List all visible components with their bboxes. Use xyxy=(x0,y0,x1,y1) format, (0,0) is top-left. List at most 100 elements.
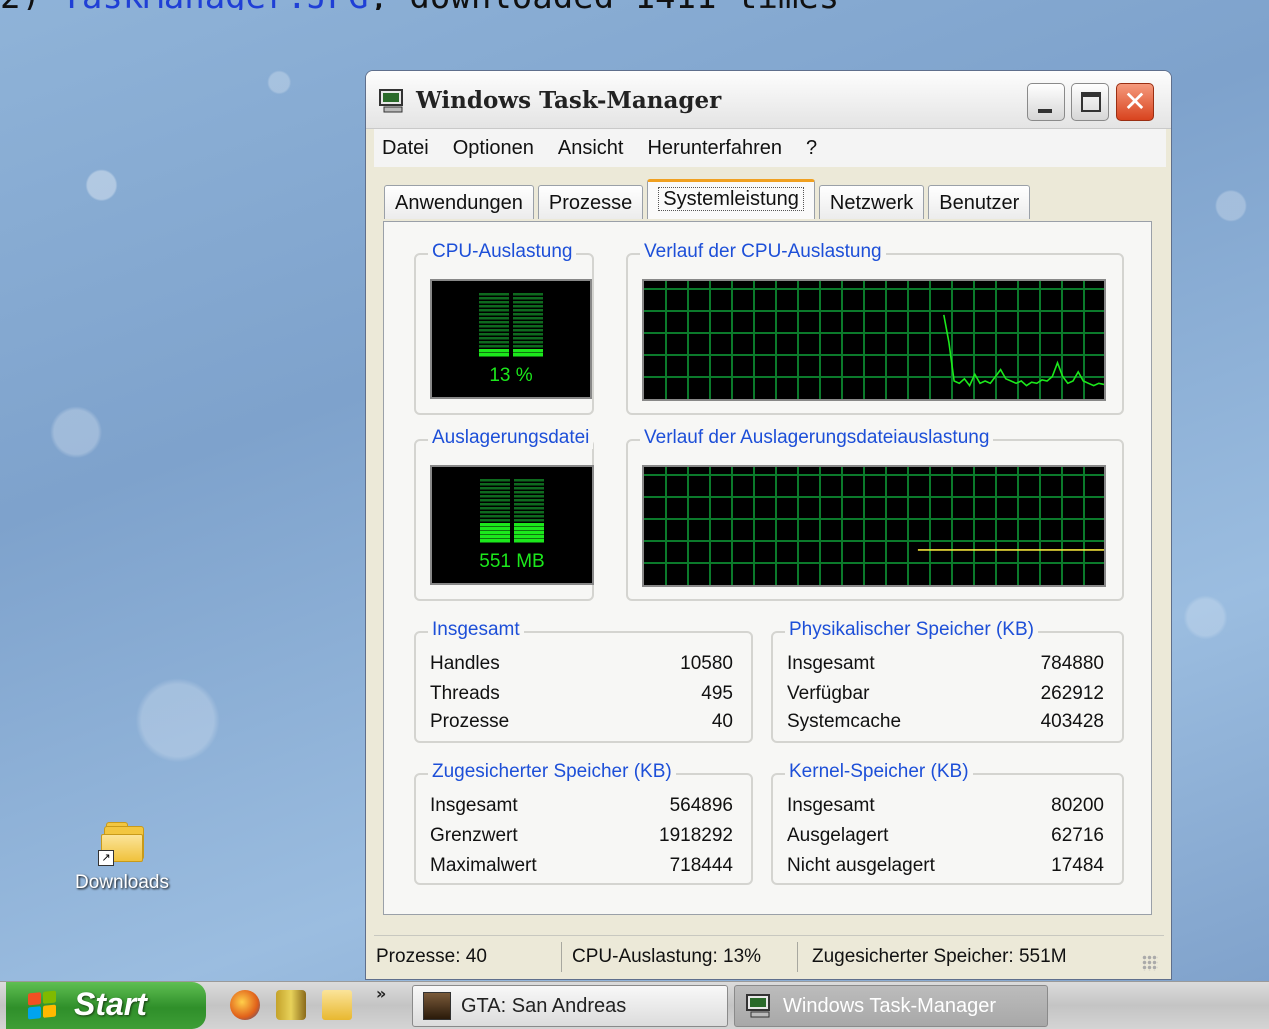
page-caption: 2) TaskManager.JPG, downloaded 1411 time… xyxy=(0,0,1269,10)
cpu-meter-segment xyxy=(479,345,509,348)
task-windows-task-manager[interactable]: Windows Task-Manager xyxy=(734,985,1048,1027)
menu-bar: Datei Optionen Ansicht Herunterfahren ? xyxy=(374,129,1166,167)
tab-prozesse[interactable]: Prozesse xyxy=(537,185,644,219)
cpu-history-graph xyxy=(642,279,1106,401)
close-button[interactable]: ✕ xyxy=(1116,83,1154,121)
resize-grip-icon[interactable] xyxy=(1142,955,1158,971)
minimize-button[interactable] xyxy=(1027,83,1065,121)
tab-benutzer[interactable]: Benutzer xyxy=(928,185,1031,219)
menu-datei[interactable]: Datei xyxy=(382,137,429,160)
cpu-meter-segment xyxy=(513,317,543,320)
tab-anwendungen[interactable]: Anwendungen xyxy=(384,185,534,219)
cpu-meter-segment xyxy=(479,313,509,316)
cpu-meter-segment xyxy=(513,345,543,348)
folder-icon[interactable] xyxy=(322,990,352,1020)
pagefile-history-chart xyxy=(644,467,1104,585)
pagefile-meter-segment xyxy=(480,495,510,498)
maximize-button[interactable] xyxy=(1071,83,1109,121)
cpu-meter-segment xyxy=(513,341,543,344)
caption-prefix: 2) xyxy=(0,0,61,10)
pagefile-history-graph xyxy=(642,465,1106,587)
cpu-meter-segment xyxy=(513,309,543,312)
task-label: Windows Task-Manager xyxy=(783,995,997,1017)
cpu-meter-segment xyxy=(513,297,543,300)
pagefile-history-group: Verlauf der Auslagerungsdateiauslastung xyxy=(626,427,1124,601)
stat-row: Prozesse 40 xyxy=(430,711,733,739)
folder-shortcut-icon: ↗ xyxy=(98,822,146,866)
commit-charge-group: Zugesicherter Speicher (KB) Insgesamt 564… xyxy=(414,761,753,885)
tab-netzwerk[interactable]: Netzwerk xyxy=(818,185,925,219)
stat-value: 40 xyxy=(711,711,733,732)
pagefile-meter-segment xyxy=(514,499,544,502)
menu-ansicht[interactable]: Ansicht xyxy=(558,137,624,160)
stat-row: Insgesamt 564896 xyxy=(430,795,733,823)
taskmanager-icon xyxy=(746,994,770,1018)
caption-link[interactable]: TaskManager.JPG xyxy=(61,0,368,10)
stat-row: Systemcache 403428 xyxy=(787,711,1104,739)
close-icon: ✕ xyxy=(1123,85,1147,118)
desktop-icon-label: Downloads xyxy=(75,872,169,893)
stat-row: Threads 495 xyxy=(430,683,733,711)
stat-row: Verfügbar 262912 xyxy=(787,683,1104,711)
performance-panel: CPU-Auslastung 13 % Verlauf der CPU-Ausl… xyxy=(383,221,1152,915)
stat-value: 62716 xyxy=(1051,825,1104,846)
pagefile-meter: 551 MB xyxy=(430,465,594,585)
cpu-meter-segment xyxy=(513,329,543,332)
taskmanager-icon xyxy=(379,89,403,113)
pagefile-meter-segment xyxy=(514,511,544,514)
cpu-meter-segment xyxy=(479,325,509,328)
stat-name: Insgesamt xyxy=(787,653,875,674)
pagefile-meter-segment xyxy=(514,531,544,535)
stat-name: Nicht ausgelagert xyxy=(787,855,935,876)
cpu-meter-segment xyxy=(513,305,543,308)
pagefile-meter-segment xyxy=(480,487,510,490)
cpu-history-group: Verlauf der CPU-Auslastung xyxy=(626,241,1124,415)
pagefile-meter-segment xyxy=(480,515,510,518)
stat-value: 10580 xyxy=(680,653,733,674)
pagefile-meter-segment xyxy=(480,491,510,494)
title-bar[interactable]: Windows Task-Manager ✕ xyxy=(366,71,1171,129)
status-processes: Prozesse: 40 xyxy=(374,942,562,972)
cpu-usage-value: 13 % xyxy=(489,365,533,386)
menu-herunterfahren[interactable]: Herunterfahren xyxy=(647,137,782,160)
tab-systemleistung[interactable]: Systemleistung xyxy=(647,179,815,219)
stat-name: Handles xyxy=(430,653,500,674)
cpu-meter-segment xyxy=(479,353,509,357)
task-label: GTA: San Andreas xyxy=(461,995,627,1017)
start-label: Start xyxy=(74,986,147,1022)
pagefile-meter-segment xyxy=(514,523,544,527)
cpu-meter-segment xyxy=(479,349,509,353)
pagefile-meter-segment xyxy=(480,539,510,543)
menu-help[interactable]: ? xyxy=(806,137,817,160)
kernel-memory-caption: Kernel-Speicher (KB) xyxy=(785,761,973,783)
pagefile-meter-segment xyxy=(514,535,544,539)
quicklaunch-overflow-icon[interactable]: » xyxy=(376,984,386,1003)
pagefile-meter-segment xyxy=(514,527,544,531)
cpu-meter-segment xyxy=(479,337,509,340)
task-gta-san-andreas[interactable]: GTA: San Andreas xyxy=(412,985,728,1027)
pagefile-meter-segment xyxy=(514,503,544,506)
physical-memory-group: Physikalischer Speicher (KB) Insgesamt 78… xyxy=(771,619,1124,743)
window-title: Windows Task-Manager xyxy=(416,87,722,114)
stat-name: Ausgelagert xyxy=(787,825,889,846)
tab-systemleistung-label: Systemleistung xyxy=(658,187,804,211)
cpu-meter-segment xyxy=(513,337,543,340)
stat-name: Insgesamt xyxy=(430,795,518,816)
pagefile-meter-segment xyxy=(480,519,510,522)
stat-row: Insgesamt 80200 xyxy=(787,795,1104,823)
pagefile-meter-segment xyxy=(480,479,510,482)
stat-name: Prozesse xyxy=(430,711,510,732)
pagefile-group: Auslagerungsdatei 551 MB xyxy=(414,427,594,601)
media-icon[interactable] xyxy=(276,990,306,1020)
firefox-icon[interactable] xyxy=(230,990,260,1020)
stat-name: Threads xyxy=(430,683,500,704)
stat-name: Maximalwert xyxy=(430,855,537,876)
start-button[interactable]: Start xyxy=(6,982,206,1029)
windows-logo-icon xyxy=(28,990,56,1020)
taskbar: Start » GTA: San Andreas Windows Task-Ma… xyxy=(0,981,1269,1029)
desktop-icon-downloads[interactable]: ↗ Downloads xyxy=(62,822,182,894)
cpu-meter-segment xyxy=(479,293,509,296)
cpu-history-caption: Verlauf der CPU-Auslastung xyxy=(640,241,886,263)
gta-icon xyxy=(423,992,451,1020)
menu-optionen[interactable]: Optionen xyxy=(453,137,534,160)
